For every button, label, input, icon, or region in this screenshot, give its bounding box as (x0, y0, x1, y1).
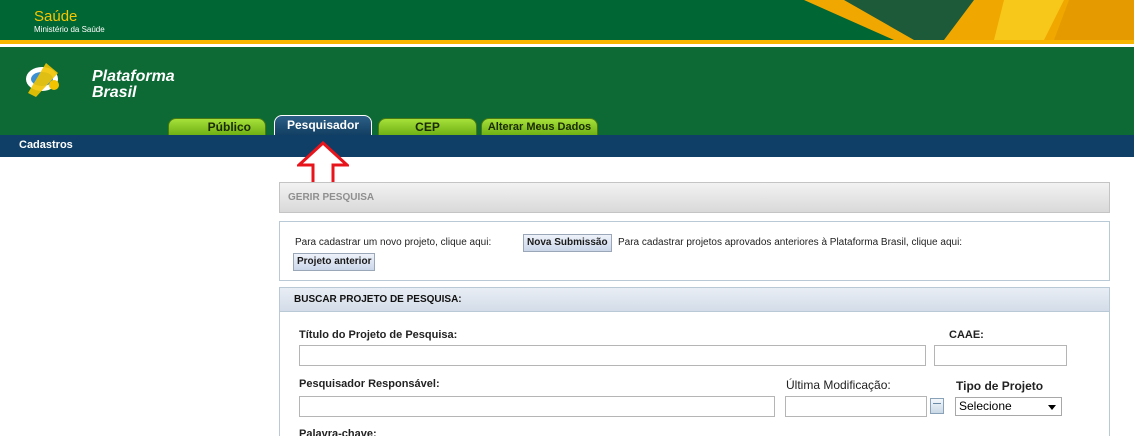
projeto-anterior-button[interactable]: Projeto anterior (293, 253, 376, 271)
keyword-label: Palavra-chave: (299, 428, 377, 436)
search-project-panel: BUSCAR PROJETO DE PESQUISA: Título do Pr… (279, 287, 1110, 436)
project-type-select[interactable]: Selecione (955, 397, 1062, 416)
logo-text-line2: Brasil (92, 84, 137, 101)
logo-text-line1: Plataforma (92, 68, 175, 85)
gerir-pesquisa-header: GERIR PESQUISA (279, 182, 1110, 213)
last-modified-label: Última Modificação: (786, 378, 891, 392)
last-modified-input[interactable] (785, 396, 927, 417)
gov-bar: Saúde Ministério da Saúde (0, 0, 1134, 44)
researcher-label: Pesquisador Responsável: (299, 378, 440, 390)
gov-subtitle: Ministério da Saúde (34, 25, 105, 34)
red-arrow-annotation (297, 141, 349, 187)
researcher-input[interactable] (299, 396, 775, 417)
tab-pesquisador[interactable]: Pesquisador (274, 115, 372, 136)
tab-cep[interactable]: CEP (378, 118, 477, 136)
calendar-icon[interactable] (930, 398, 944, 414)
project-title-input[interactable] (299, 345, 926, 366)
search-project-header: BUSCAR PROJETO DE PESQUISA: (280, 288, 1109, 312)
gov-decoration (804, 0, 1134, 40)
nav-bar: Cadastros (0, 135, 1134, 157)
project-title-label: Título do Projeto de Pesquisa: (299, 329, 458, 341)
chevron-down-icon (1048, 405, 1056, 410)
logo-icon (26, 63, 59, 97)
page: Saúde Ministério da Saúde Plataforma Bra… (0, 0, 1134, 436)
tab-alterar-meus-dados[interactable]: Alterar Meus Dados (481, 118, 598, 136)
tab-publico[interactable]: Público (168, 118, 266, 136)
nav-item-cadastros[interactable]: Cadastros (19, 139, 73, 151)
new-project-text: Para cadastrar um novo projeto, clique a… (295, 237, 492, 248)
caae-input[interactable] (934, 345, 1067, 366)
submission-box: Para cadastrar um novo projeto, clique a… (279, 221, 1110, 281)
gov-title[interactable]: Saúde (34, 9, 77, 24)
caae-label: CAAE: (949, 329, 984, 341)
gerir-pesquisa-title: GERIR PESQUISA (288, 192, 375, 203)
gov-stripe (0, 40, 1134, 44)
project-type-selected: Selecione (959, 399, 1012, 413)
nova-submissao-button[interactable]: Nova Submissão (523, 234, 612, 252)
project-type-label: Tipo de Projeto (956, 379, 1044, 393)
previous-project-text: Para cadastrar projetos aprovados anteri… (618, 237, 963, 248)
plataforma-brasil-logo[interactable]: Plataforma Brasil (24, 59, 175, 101)
search-project-title: BUSCAR PROJETO DE PESQUISA: (294, 294, 462, 305)
